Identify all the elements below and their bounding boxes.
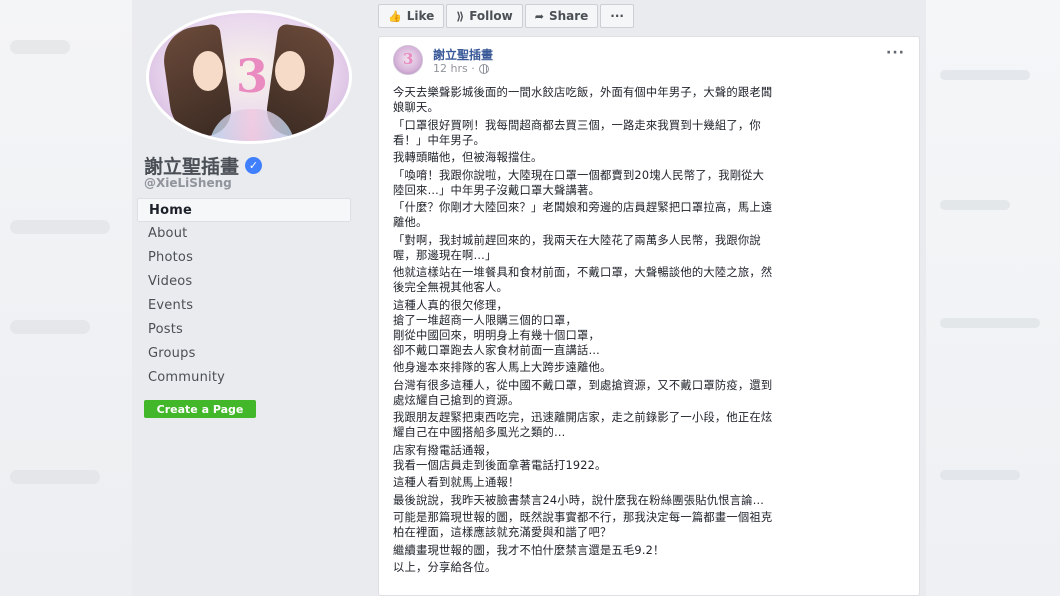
background-ghost bbox=[940, 70, 1030, 80]
post-line: 這種人真的很欠修理， bbox=[393, 298, 508, 312]
background-left-blur bbox=[0, 0, 132, 596]
nav-item-home[interactable]: Home bbox=[137, 198, 351, 222]
post-paragraph: 「什麼？你剛才大陸回來？」老闆娘和旁邊的店員趕緊把口罩拉高，馬上遠 離他。 bbox=[393, 200, 905, 230]
post-line: 我轉頭瞄他，但被海報擋住。 bbox=[393, 151, 543, 164]
nav-item-photos[interactable]: Photos bbox=[137, 246, 351, 270]
post-card: 3 謝立聖插畫 12 hrs · ··· 今天去樂聲影城後面的一間水餃店吃飯，外… bbox=[378, 36, 920, 596]
post-line: 處炫耀自己搶到的資源。 bbox=[393, 393, 520, 407]
post-paragraph: 店家有撥電話通報， 我看一個店員走到後面拿著電話打1922。 bbox=[393, 443, 905, 473]
post-line: 離他。 bbox=[393, 216, 428, 229]
background-ghost bbox=[10, 470, 100, 484]
post-line: 陸回來…」中年男子沒戴口罩大聲講著。 bbox=[393, 183, 600, 197]
post-paragraph: 我轉頭瞄他，但被海報擋住。 bbox=[393, 150, 905, 165]
post-line: 「對啊，我封城前趕回來的，我兩天在大陸花了兩萬多人民幣，我跟你說 bbox=[393, 233, 761, 247]
nav-item-videos[interactable]: Videos bbox=[137, 270, 351, 294]
follow-label: Follow bbox=[469, 9, 513, 23]
page-sidebar: 3 謝立聖插畫 ✓ @XieLiSheng Home About Photos … bbox=[132, 0, 364, 596]
page-handle[interactable]: @XieLiSheng bbox=[144, 176, 232, 190]
post-paragraph: 最後說說，我昨天被臉書禁言24小時，說什麼我在粉絲團張貼仇恨言論… bbox=[393, 493, 905, 508]
post-paragraph: 這種人真的很欠修理， 搶了一堆超商一人限購三個的口罩， 剛從中國回來，明明身上有幾十… bbox=[393, 298, 905, 358]
post-line: 卻不戴口罩跑去人家食材前面一直講話… bbox=[393, 343, 600, 357]
page-title-text: 謝立聖插畫 bbox=[144, 156, 240, 178]
background-ghost bbox=[940, 318, 1040, 328]
post-line: 「口罩很好買咧！我每間超商都去買三個，一路走來我買到十幾組了，你 bbox=[393, 118, 761, 132]
post-paragraph: 台灣有很多這種人，從中國不戴口罩，到處搶資源，又不戴口罩防疫，還到 處炫耀自己搶到… bbox=[393, 378, 905, 408]
post-line: 剛從中國回來，明明身上有幾十個口罩， bbox=[393, 328, 600, 342]
avatar[interactable]: 3 bbox=[393, 45, 423, 75]
post-line: 最後說說，我昨天被臉書禁言24小時，說什麼我在粉絲團張貼仇恨言論… bbox=[393, 493, 765, 507]
post-paragraph: 他就這樣站在一堆餐具和食材前面，不戴口罩，大聲暢談他的大陸之旅，然 後完全無視其他… bbox=[393, 265, 905, 295]
share-button[interactable]: ➦ Share bbox=[524, 4, 599, 28]
background-right-blur bbox=[926, 0, 1060, 596]
post-line: 娘聊天。 bbox=[393, 101, 439, 114]
post-author[interactable]: 謝立聖插畫 bbox=[433, 46, 493, 63]
nav-item-events[interactable]: Events bbox=[137, 294, 351, 318]
illustration-face-left bbox=[193, 51, 223, 91]
post-line: 店家有撥電話通報， bbox=[393, 443, 497, 457]
create-page-button[interactable]: Create a Page bbox=[144, 400, 256, 418]
post-line: 我看一個店員走到後面拿著電話打1922。 bbox=[393, 458, 607, 472]
page-action-bar: 👍 Like ⟫ Follow ➦ Share ··· bbox=[378, 4, 634, 30]
like-button[interactable]: 👍 Like bbox=[378, 4, 445, 28]
nav-item-about[interactable]: About bbox=[137, 222, 351, 246]
post-paragraph: 「對啊，我封城前趕回來的，我兩天在大陸花了兩萬多人民幣，我跟你說 喔，那邊現在啊…… bbox=[393, 233, 905, 263]
post-line: 今天去樂聲影城後面的一間水餃店吃飯，外面有個中年男子，大聲的跟老闆 bbox=[393, 86, 773, 99]
avatar-number-3: 3 bbox=[403, 50, 414, 68]
nav-item-posts[interactable]: Posts bbox=[137, 318, 351, 342]
post-paragraph: 「喚唷！我跟你說啦，大陸現在口罩一個都賣到20塊人民幣了，我剛從大 陸回來…」中年… bbox=[393, 168, 905, 198]
post-body: 今天去樂聲影城後面的一間水餃店吃飯，外面有個中年男子，大聲的跟老闆 娘聊天。 「口罩… bbox=[393, 85, 905, 575]
post-line: 台灣有很多這種人，從中國不戴口罩，到處搶資源，又不戴口罩防疫，還到 bbox=[393, 378, 773, 392]
post-line: 我跟朋友趕緊把東西吃完，迅速離開店家，走之前錄影了一小段，他正在炫 bbox=[393, 411, 773, 424]
rss-icon: ⟫ bbox=[456, 9, 465, 23]
post-line: 搶了一堆超商一人限購三個的口罩， bbox=[393, 313, 577, 327]
post-line: 繼續畫現世報的圖，我才不怕什麼禁言還是五毛9.2！ bbox=[393, 543, 665, 557]
post-paragraph: 繼續畫現世報的圖，我才不怕什麼禁言還是五毛9.2！ bbox=[393, 543, 905, 558]
like-label: Like bbox=[406, 9, 435, 23]
page-nav: Home About Photos Videos Events Posts Gr… bbox=[137, 198, 351, 390]
post-paragraph: 我跟朋友趕緊把東西吃完，迅速離開店家，走之前錄影了一小段，他正在炫 耀自己在中國搭… bbox=[393, 410, 905, 440]
background-ghost bbox=[10, 40, 70, 54]
background-ghost bbox=[940, 200, 1010, 210]
post-options-icon[interactable]: ··· bbox=[886, 45, 905, 61]
thumbs-up-icon: 👍 bbox=[388, 9, 402, 23]
post-line: 喔，那邊現在啊…」 bbox=[393, 248, 497, 262]
illustration-face-right bbox=[275, 51, 305, 91]
post-line: 後完全無視其他客人。 bbox=[393, 281, 508, 294]
post-line: 這種人看到就馬上通報！ bbox=[393, 476, 520, 489]
profile-picture[interactable]: 3 bbox=[146, 10, 352, 144]
post-line: 「什麼？你剛才大陸回來？」老闆娘和旁邊的店員趕緊把口罩拉高，馬上遠 bbox=[393, 201, 773, 214]
post-time-text: 12 hrs · bbox=[433, 62, 475, 75]
post-line: 看！」中年男子。 bbox=[393, 133, 485, 147]
background-ghost bbox=[10, 320, 90, 334]
follow-button[interactable]: ⟫ Follow bbox=[446, 4, 523, 28]
post-line: 柏在裡面，這樣應該就充滿愛與和諧了吧？ bbox=[393, 526, 612, 539]
share-arrow-icon: ➦ bbox=[534, 9, 544, 23]
post-timestamp[interactable]: 12 hrs · bbox=[433, 62, 489, 75]
post-paragraph: 以上，分享給各位。 bbox=[393, 560, 905, 575]
background-ghost bbox=[10, 220, 110, 234]
post-line: 他身邊本來排隊的客人馬上大跨步遠離他。 bbox=[393, 361, 612, 374]
main-column: 👍 Like ⟫ Follow ➦ Share ··· 3 謝立聖插畫 12 h… bbox=[364, 0, 926, 596]
illustration-number-3: 3 bbox=[235, 49, 268, 103]
page-title[interactable]: 謝立聖插畫 ✓ bbox=[144, 152, 263, 179]
post-paragraph: 「口罩很好買咧！我每間超商都去買三個，一路走來我買到十幾組了，你 看！」中年男子。 bbox=[393, 118, 905, 148]
post-paragraph: 這種人看到就馬上通報！ bbox=[393, 475, 905, 490]
globe-icon bbox=[478, 63, 489, 74]
post-line: 他就這樣站在一堆餐具和食材前面，不戴口罩，大聲暢談他的大陸之旅，然 bbox=[393, 266, 773, 279]
nav-item-community[interactable]: Community bbox=[137, 366, 351, 390]
verified-badge-icon: ✓ bbox=[245, 157, 263, 174]
more-button[interactable]: ··· bbox=[600, 4, 634, 28]
post-line: 耀自己在中國搭船多風光之類的… bbox=[393, 426, 566, 439]
background-ghost bbox=[940, 470, 1020, 480]
post-paragraph: 他身邊本來排隊的客人馬上大跨步遠離他。 bbox=[393, 360, 905, 375]
post-line: 可能是那篇現世報的圖，既然說事實都不行，那我決定每一篇都畫一個祖克 bbox=[393, 511, 773, 524]
nav-item-groups[interactable]: Groups bbox=[137, 342, 351, 366]
post-line: 以上，分享給各位。 bbox=[393, 561, 497, 574]
share-label: Share bbox=[548, 9, 589, 23]
post-paragraph: 可能是那篇現世報的圖，既然說事實都不行，那我決定每一篇都畫一個祖克 柏在裡面，這樣… bbox=[393, 510, 905, 540]
post-paragraph: 今天去樂聲影城後面的一間水餃店吃飯，外面有個中年男子，大聲的跟老闆 娘聊天。 bbox=[393, 85, 905, 115]
post-header: 3 謝立聖插畫 12 hrs · ··· bbox=[393, 45, 905, 81]
post-line: 「喚唷！我跟你說啦，大陸現在口罩一個都賣到20塊人民幣了，我剛從大 bbox=[393, 168, 765, 182]
